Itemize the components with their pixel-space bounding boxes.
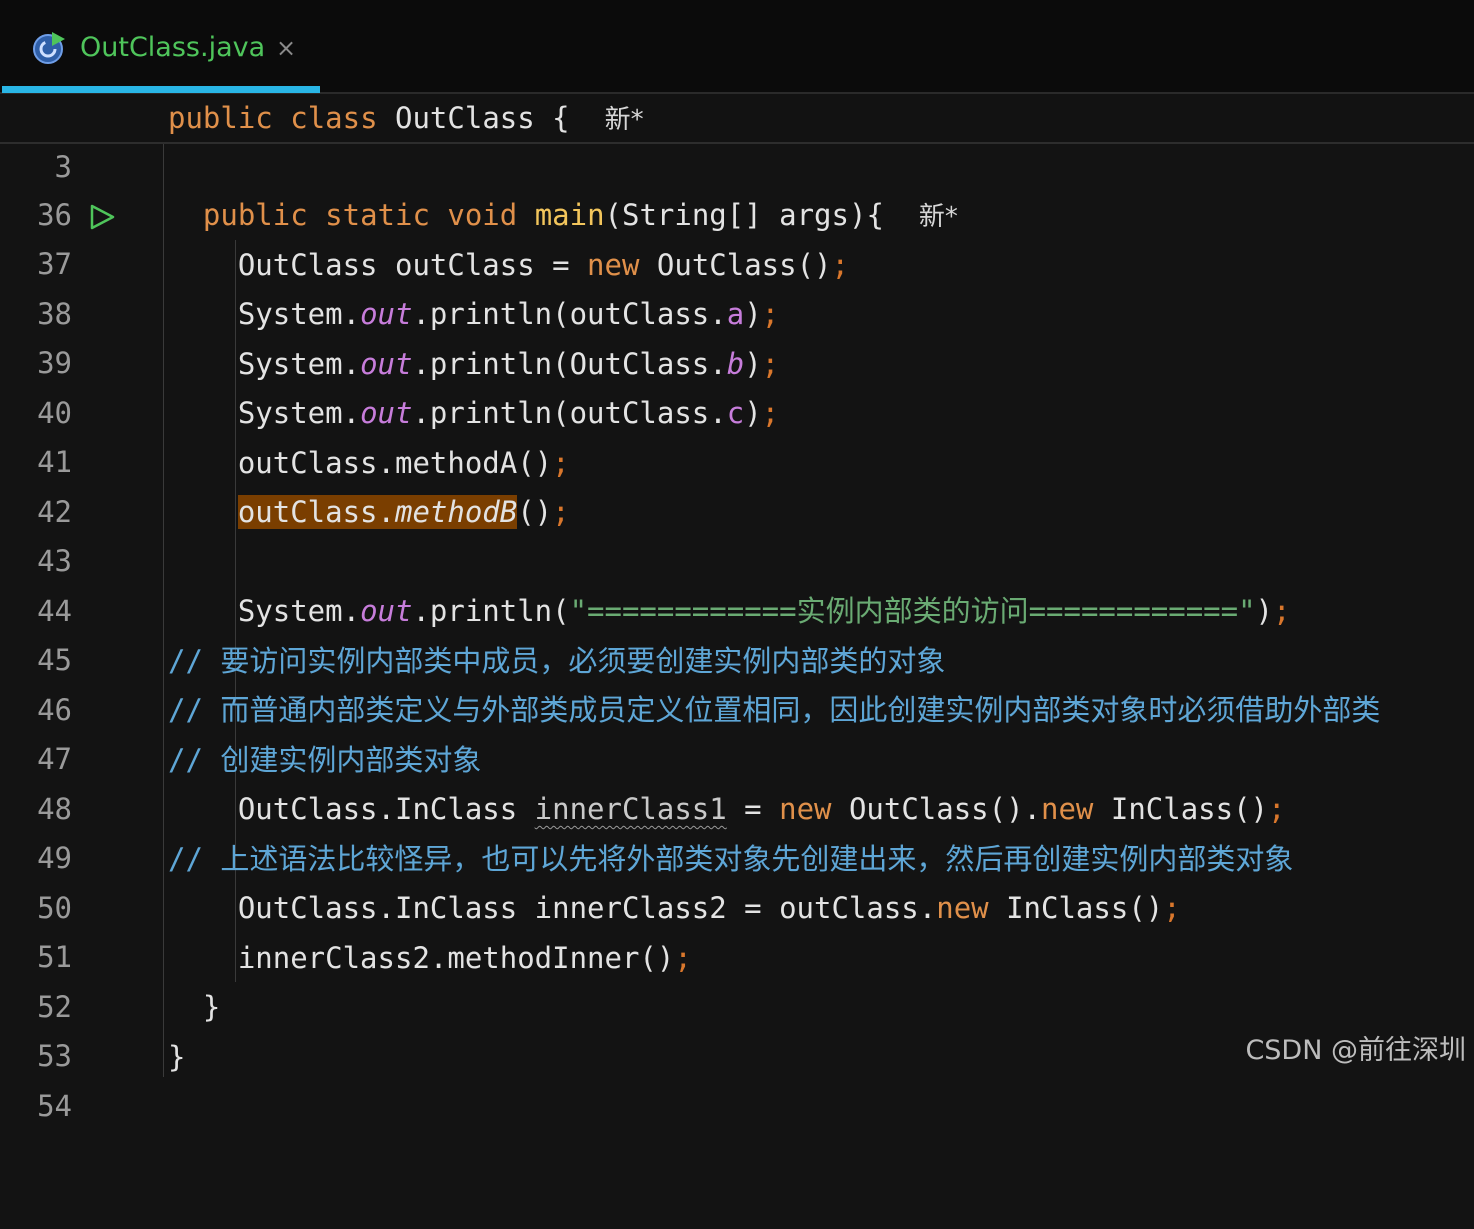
code-line: 44 bbox=[37, 594, 72, 628]
code-line: 53 } bbox=[37, 990, 221, 1073]
code-line: 52 innerClass2.methodInner(); bbox=[37, 941, 692, 1024]
code-line: 50 // 上述语法比较怪异，也可以先将外部类对象先创建出来，然后再创建实例内部… bbox=[0, 835, 1474, 925]
code-comment: // 创建实例内部类对象 bbox=[168, 743, 482, 777]
author-hint: 新* bbox=[918, 202, 958, 232]
tab-title: OutClass.java bbox=[80, 32, 266, 63]
search-highlight: outClass.methodB bbox=[237, 495, 518, 529]
active-tab-indicator bbox=[2, 86, 320, 93]
code-comment: // 要访问实例内部类中成员，必须要创建实例内部类的对象 bbox=[168, 644, 946, 678]
editor-tab-bar: OutClass.java × bbox=[0, 0, 1474, 94]
code-line: 39 System.out.println(outClass.a); bbox=[37, 297, 780, 380]
run-main-icon[interactable] bbox=[88, 203, 116, 231]
code-line: 49 OutClass.InClass innerClass1 = new Ou… bbox=[37, 792, 1286, 875]
unused-variable-warning: innerClass1 bbox=[534, 792, 727, 826]
code-line: 46 // 要访问实例内部类中成员，必须要创建实例内部类的对象 bbox=[0, 637, 1474, 727]
code-comment: // 而普通内部类定义与外部类成员定义位置相同，因此创建实例内部类对象时必须借助… bbox=[168, 693, 1381, 727]
sticky-scope-header[interactable]: 3 public class OutClass { 新* bbox=[0, 94, 1474, 184]
code-line: 45 System.out.println("============实例内部类… bbox=[37, 594, 1291, 677]
author-hint: 新* bbox=[604, 105, 644, 135]
csdn-watermark: CSDN @前往深圳 bbox=[1245, 1035, 1466, 1066]
code-line: 40 System.out.println(OutClass.b); bbox=[37, 347, 780, 430]
code-line: 37 public static void main(String[] args… bbox=[37, 198, 958, 281]
code-line: 47 // 而普通内部类定义与外部类成员定义位置相同，因此创建实例内部类对象时必… bbox=[0, 686, 1474, 776]
code-line: 42 outClass.methodA(); bbox=[37, 446, 570, 529]
code-line: 48 // 创建实例内部类对象 bbox=[0, 736, 1474, 826]
code-line: 43 outClass.methodB(); bbox=[37, 495, 570, 578]
code-line: 36 bbox=[37, 198, 72, 232]
code-line: 41 System.out.println(outClass.c); bbox=[37, 396, 780, 479]
code-line: 38 OutClass outClass = new OutClass(); bbox=[37, 248, 849, 331]
tab-close-icon[interactable]: × bbox=[276, 32, 296, 64]
java-class-run-icon bbox=[33, 32, 65, 64]
code-text: public class OutClass { 新* bbox=[168, 101, 644, 135]
code-line: 51 OutClass.InClass innerClass2 = outCla… bbox=[37, 891, 1181, 974]
tab-outclass-java[interactable]: OutClass.java × bbox=[2, 0, 320, 92]
code-comment: // 上述语法比较怪异，也可以先将外部类对象先创建出来，然后再创建实例内部类对象 bbox=[168, 842, 1294, 876]
